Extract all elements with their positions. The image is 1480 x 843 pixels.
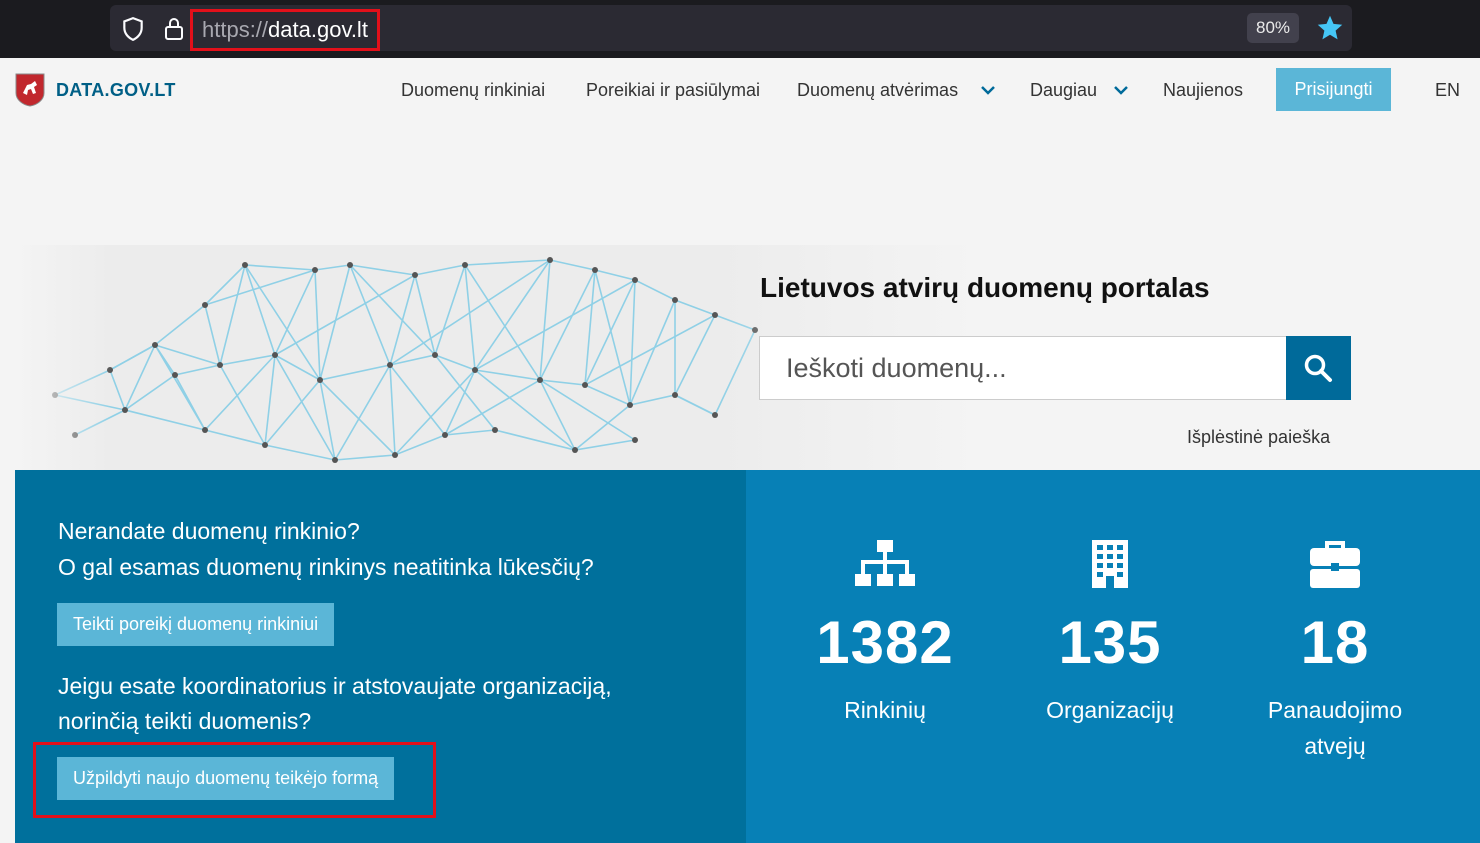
stat-use-cases-label-line-2: atvejų (1304, 733, 1366, 759)
nav-datasets[interactable]: Duomenų rinkiniai (401, 80, 545, 101)
hero-title: Lietuvos atvirų duomenų portalas (760, 272, 1210, 303)
stats-panel: 1382 Rinkinių 135 Organizacijų 18 Panaud… (746, 470, 1480, 843)
cta-question-2: O gal esamas duomenų rinkinys neatitinka… (58, 554, 594, 580)
lock-icon[interactable] (162, 16, 186, 42)
nav-news[interactable]: Naujienos (1163, 80, 1243, 101)
coat-of-arms-logo[interactable] (15, 73, 45, 107)
search-icon (1304, 354, 1332, 382)
provider-button-highlight-box (33, 742, 436, 818)
search-input[interactable] (759, 336, 1287, 400)
cta-question-1: Nerandate duomenų rinkinio? (58, 518, 360, 544)
cta-provider-line-2: norinčią teikti duomenis? (58, 708, 312, 734)
browser-toolbar: https://data.gov.lt 80% (0, 0, 1480, 58)
sitemap-icon (855, 540, 915, 586)
stat-datasets-value: 1382 (816, 609, 954, 676)
url-text[interactable]: https://data.gov.lt (202, 17, 368, 43)
stat-organizations-label: Organizacijų (1046, 697, 1174, 723)
site-header: DATA.GOV.LT Duomenų rinkiniai Poreikiai … (0, 58, 1480, 128)
stat-use-cases-label-line-1: Panaudojimo (1267, 697, 1403, 723)
bookmark-star-icon[interactable] (1316, 14, 1344, 42)
shield-icon[interactable] (120, 16, 146, 42)
site-name[interactable]: DATA.GOV.LT (56, 80, 176, 101)
submit-request-button[interactable]: Teikti poreikį duomenų rinkiniui (57, 603, 335, 646)
language-switch[interactable]: EN (1435, 80, 1460, 101)
stat-organizations-value: 135 (1058, 609, 1162, 676)
address-bar[interactable]: https://data.gov.lt 80% (110, 5, 1352, 51)
chevron-down-icon[interactable] (1113, 82, 1129, 98)
nav-data-opening[interactable]: Duomenų atvėrimas (797, 80, 958, 101)
cta-provider-line-1: Jeigu esate koordinatorius ir atstovauja… (58, 673, 612, 699)
chevron-down-icon[interactable] (980, 82, 996, 98)
advanced-search-link[interactable]: Išplėstinė paieška (1187, 427, 1330, 448)
login-button[interactable]: Prisijungti (1276, 68, 1391, 111)
nav-more[interactable]: Daugiau (1030, 80, 1097, 101)
stat-datasets-label: Rinkinių (844, 697, 926, 723)
building-icon (1092, 540, 1128, 588)
search-button[interactable] (1286, 336, 1351, 400)
briefcase-icon (1310, 541, 1360, 588)
zoom-level[interactable]: 80% (1247, 13, 1299, 43)
nav-requests-offers[interactable]: Poreikiai ir pasiūlymai (586, 80, 760, 101)
stat-use-cases-label: Panaudojimo atvejų (1235, 692, 1435, 764)
stat-use-cases-value: 18 (1300, 609, 1370, 676)
